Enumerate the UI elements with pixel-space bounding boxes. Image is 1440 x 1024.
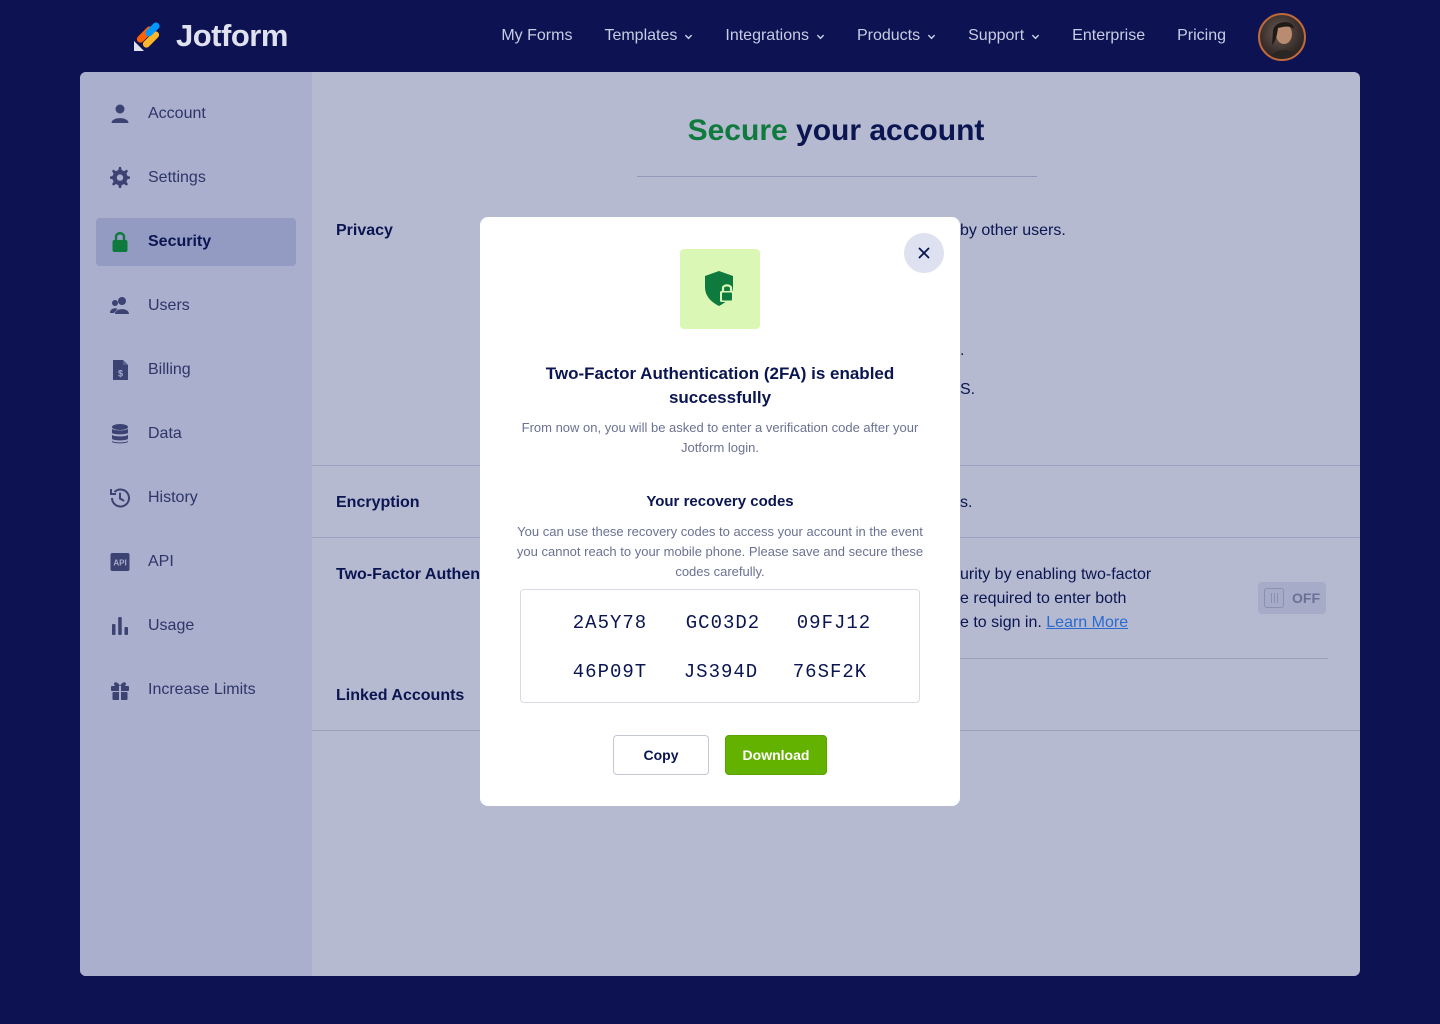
nav-links: My Forms Templates Integrations Products Sup… [501, 0, 1226, 72]
users-icon [108, 294, 132, 318]
recovery-codes-title: Your recovery codes [646, 493, 794, 510]
close-icon [918, 247, 930, 259]
sidebar-item-label: Increase Limits [148, 681, 256, 698]
two-factor-success-modal: Two-Factor Authentication (2FA) is enabl… [480, 217, 960, 806]
lock-icon [108, 230, 132, 254]
modal-title: Two-Factor Authentication (2FA) is enabl… [545, 364, 895, 407]
avatar-photo [1270, 22, 1298, 59]
chevron-down-icon [1032, 34, 1040, 39]
recovery-code: GC03D2 [685, 612, 761, 634]
user-icon [108, 102, 132, 126]
chevron-down-icon [816, 34, 825, 39]
nav-link-products[interactable]: Products [857, 27, 936, 45]
privacy-text-fragment: S. [960, 381, 976, 398]
recovery-code: 76SF2K [792, 661, 868, 683]
shield-icon-container [680, 249, 760, 329]
two-factor-text-line: e to sign in. Learn More [960, 611, 1128, 635]
two-factor-text-line: urity by enabling two-factor [960, 566, 1152, 583]
privacy-text-fragment: . [960, 342, 965, 359]
chevron-down-icon [685, 34, 693, 39]
nav-link-label: Templates [604, 27, 678, 44]
sidebar-item-label: Usage [148, 617, 195, 634]
recovery-codes-description: You can use these recovery codes to acce… [516, 524, 924, 579]
sidebar-item-security[interactable]: Security [96, 218, 296, 266]
chevron-down-icon [927, 34, 936, 39]
sidebar-item-settings[interactable]: Settings [96, 154, 296, 202]
svg-text:$: $ [118, 369, 123, 379]
modal-description: From now on, you will be asked to enter … [521, 420, 919, 455]
sidebar-item-label: Data [148, 425, 182, 442]
sidebar: Account Settings Security Users $ Billing Data… [80, 72, 312, 976]
history-icon [108, 486, 132, 510]
recovery-code: JS394D [683, 661, 759, 683]
page-title-accent: Secure [687, 114, 788, 147]
download-button[interactable]: Download [725, 735, 827, 775]
nav-link-label: Integrations [725, 27, 809, 44]
encryption-text-fragment: s. [960, 494, 973, 511]
privacy-label: Privacy [336, 222, 393, 239]
sidebar-item-billing[interactable]: $ Billing [96, 346, 296, 394]
sidebar-item-label: Account [148, 105, 206, 122]
sidebar-item-usage[interactable]: Usage [96, 602, 296, 650]
database-icon [108, 422, 132, 446]
api-icon: API [108, 550, 132, 574]
sidebar-item-label: Billing [148, 361, 191, 378]
sidebar-item-history[interactable]: History [96, 474, 296, 522]
two-factor-toggle[interactable]: OFF [1258, 582, 1326, 614]
nav-link-label: Products [856, 27, 921, 44]
sidebar-item-label: Security [148, 233, 212, 250]
nav-link-integrations[interactable]: Integrations [725, 27, 825, 45]
sidebar-item-label: History [148, 489, 198, 506]
two-factor-label: Two-Factor Authent [336, 566, 486, 583]
recovery-code: 2A5Y78 [572, 612, 648, 634]
brand-name: Jotform [176, 18, 288, 53]
toggle-label: OFF [1292, 590, 1320, 606]
user-avatar[interactable] [1258, 13, 1306, 61]
nav-link-label: Pricing [1177, 27, 1226, 44]
two-factor-text-prefix: e to sign in. [960, 614, 1047, 631]
shield-lock-icon [705, 271, 734, 306]
close-modal-button[interactable] [904, 233, 944, 273]
section-divider [960, 658, 1328, 659]
nav-link-enterprise[interactable]: Enterprise [1072, 27, 1145, 45]
page-title-rest: your account [787, 114, 985, 147]
nav-link-label: Support [968, 27, 1025, 44]
svg-text:API: API [113, 559, 126, 568]
sidebar-item-users[interactable]: Users [96, 282, 296, 330]
sidebar-item-increase-limits[interactable]: Increase Limits [96, 666, 296, 714]
sidebar-item-label: Settings [148, 169, 206, 186]
sidebar-item-data[interactable]: Data [96, 410, 296, 458]
nav-link-my-forms[interactable]: My Forms [501, 27, 572, 45]
copy-button[interactable]: Copy [613, 735, 709, 775]
jotform-logo[interactable]: Jotform [132, 18, 288, 54]
recovery-codes-box: 2A5Y78 GC03D2 09FJ12 46P09T JS394D 76SF2… [520, 589, 920, 703]
sidebar-item-label: API [148, 553, 174, 570]
top-navigation: Jotform My Forms Templates Integrations Pro… [0, 0, 1440, 72]
nav-link-templates[interactable]: Templates [604, 27, 693, 45]
two-factor-text-line: e required to enter both [960, 590, 1127, 607]
invoice-icon: $ [108, 358, 132, 382]
nav-link-label: My Forms [501, 27, 573, 44]
sidebar-item-account[interactable]: Account [96, 90, 296, 138]
learn-more-link[interactable]: Learn More [1046, 614, 1128, 631]
gift-icon [108, 678, 132, 702]
nav-link-label: Enterprise [1072, 27, 1146, 44]
nav-link-pricing[interactable]: Pricing [1177, 27, 1226, 45]
sidebar-item-label: Users [148, 297, 190, 314]
title-divider [637, 176, 1037, 177]
jotform-logo-icon [134, 22, 160, 51]
encryption-label: Encryption [336, 494, 420, 511]
nav-link-support[interactable]: Support [968, 27, 1040, 45]
gear-icon [108, 166, 132, 190]
toggle-knob [1264, 588, 1284, 608]
sidebar-item-api[interactable]: API API [96, 538, 296, 586]
privacy-text-fragment: by other users. [960, 222, 1066, 239]
page-title: Secure your account [312, 114, 1360, 148]
bar-chart-icon [108, 614, 132, 638]
recovery-code: 09FJ12 [796, 612, 872, 634]
recovery-code: 46P09T [572, 661, 648, 683]
linked-accounts-label: Linked Accounts [336, 687, 465, 704]
